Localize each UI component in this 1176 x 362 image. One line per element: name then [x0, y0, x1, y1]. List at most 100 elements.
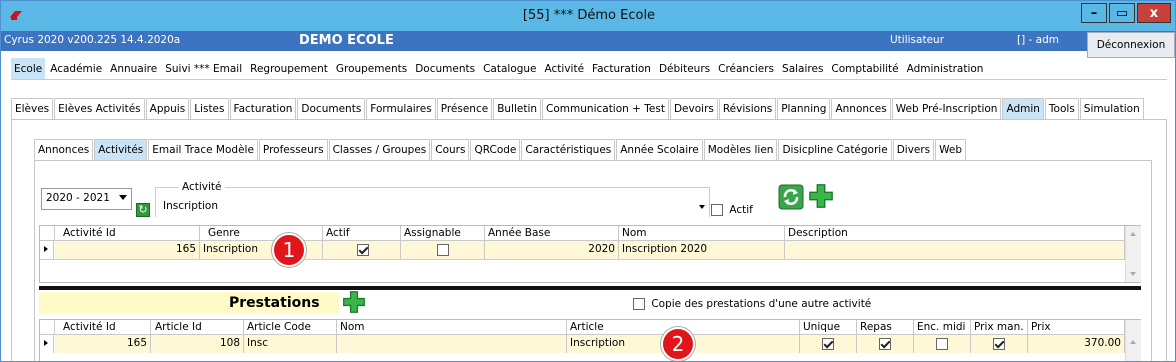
tab-eleves[interactable]: Elèves: [11, 98, 54, 119]
tab-web[interactable]: Web: [935, 139, 967, 160]
tab-regroupement[interactable]: Regroupement: [247, 58, 331, 79]
tab-listes[interactable]: Listes: [190, 98, 229, 119]
cell-assignable[interactable]: [401, 241, 485, 259]
actif-row-checkbox[interactable]: [357, 244, 369, 256]
col-repas[interactable]: Repas: [857, 320, 914, 335]
tab-facturation[interactable]: Facturation: [589, 58, 654, 79]
col-assignable[interactable]: Assignable: [401, 226, 485, 241]
tab-formulaires[interactable]: Formulaires: [366, 98, 436, 119]
tab-divers[interactable]: Divers: [892, 139, 935, 160]
tab-presence[interactable]: Présence: [436, 98, 493, 119]
col-prix-man[interactable]: Prix man.: [971, 320, 1028, 335]
tab-facturation[interactable]: Facturation: [229, 98, 297, 119]
assignable-row-checkbox[interactable]: [437, 244, 449, 256]
tab-comptabilite[interactable]: Comptabilité: [828, 58, 902, 79]
tab-documents[interactable]: Documents: [412, 58, 479, 79]
col-enc-midi[interactable]: Enc. midi: [914, 320, 971, 335]
cell-actif[interactable]: [323, 241, 401, 259]
tab-catalogue[interactable]: Catalogue: [480, 58, 540, 79]
tab-administration[interactable]: Administration: [903, 58, 987, 79]
tab-annonces[interactable]: Annonces: [34, 139, 94, 160]
tab-debiteurs[interactable]: Débiteurs: [655, 58, 714, 79]
actif-filter[interactable]: Actif: [711, 204, 753, 216]
tab-planning[interactable]: Planning: [777, 98, 831, 119]
refresh-year-icon[interactable]: ↻: [136, 203, 150, 217]
tab-ecole[interactable]: Ecole: [11, 58, 46, 79]
enc-midi-checkbox[interactable]: [936, 338, 948, 350]
tab-creanciers[interactable]: Créanciers: [715, 58, 778, 79]
tab-web-pre-inscription[interactable]: Web Pré-Inscription: [891, 98, 1002, 119]
grid2-scrollbar[interactable]: [1125, 320, 1141, 361]
close-button[interactable]: x: [1137, 3, 1171, 23]
tab-professeurs[interactable]: Professeurs: [258, 139, 328, 160]
col-unique[interactable]: Unique: [800, 320, 857, 335]
tab-activites[interactable]: Activités: [94, 139, 148, 160]
cell-description[interactable]: [785, 241, 1125, 259]
tab-suivi-email[interactable]: Suivi *** Email: [162, 58, 246, 79]
tab-tools[interactable]: Tools: [1044, 98, 1079, 119]
tab-documents[interactable]: Documents: [297, 98, 366, 119]
school-year-select[interactable]: 2020 - 2021: [41, 188, 132, 210]
scroll-down-icon[interactable]: [1130, 272, 1136, 276]
tab-groupements[interactable]: Groupements: [332, 58, 411, 79]
add-activity-icon[interactable]: [808, 183, 834, 209]
tab-qrcode[interactable]: QRCode: [470, 139, 521, 160]
refresh-icon[interactable]: [778, 184, 804, 210]
cell-prix[interactable]: 370.00: [1028, 335, 1125, 353]
cell-annee-base[interactable]: 2020: [485, 241, 619, 259]
tab-activite[interactable]: Activité: [541, 58, 588, 79]
tab-communication-test[interactable]: Communication + Test: [542, 98, 669, 119]
tab-eleves-activites[interactable]: Elèves Activités: [54, 98, 145, 119]
row-indicator[interactable]: [40, 241, 54, 259]
col-activite-id[interactable]: Activité Id: [55, 226, 200, 241]
tab-salaires[interactable]: Salaires: [779, 58, 827, 79]
activity-select[interactable]: Inscription: [157, 197, 709, 217]
logout-button[interactable]: Déconnexion: [1087, 32, 1175, 58]
cell-activite-id[interactable]: 165: [55, 335, 151, 353]
col-prix[interactable]: Prix: [1028, 320, 1125, 335]
tab-disicpline-categorie[interactable]: Disicpline Catégorie: [778, 139, 892, 160]
maximize-button[interactable]: ▭: [1109, 3, 1135, 23]
cell-enc-midi[interactable]: [914, 335, 971, 353]
tab-email-trace-modele[interactable]: Email Trace Modèle: [148, 139, 258, 160]
cell-nom[interactable]: Inscription 2020: [619, 241, 785, 259]
minimize-button[interactable]: –: [1081, 3, 1107, 23]
cell-article-code[interactable]: Insc: [244, 335, 337, 353]
row-indicator[interactable]: [40, 335, 54, 353]
tab-cours[interactable]: Cours: [431, 139, 470, 160]
tab-revisions[interactable]: Révisions: [718, 98, 777, 119]
col-article-id[interactable]: Article Id: [151, 320, 244, 335]
add-prestation-icon[interactable]: [342, 290, 366, 314]
cell-prix-man[interactable]: [971, 335, 1028, 353]
tab-academie[interactable]: Académie: [47, 58, 106, 79]
tab-appuis[interactable]: Appuis: [145, 98, 190, 119]
scroll-up-icon[interactable]: [1130, 232, 1136, 236]
unique-checkbox[interactable]: [822, 338, 834, 350]
tab-annonces[interactable]: Annonces: [831, 98, 891, 119]
cell-activite-id[interactable]: 165: [55, 241, 200, 259]
tab-simulation[interactable]: Simulation: [1079, 98, 1144, 119]
cell-repas[interactable]: [857, 335, 914, 353]
actif-checkbox[interactable]: [711, 204, 723, 216]
cell-article-id[interactable]: 108: [151, 335, 244, 353]
col-genre[interactable]: Genre: [200, 226, 323, 241]
col-actif[interactable]: Actif: [323, 226, 401, 241]
copy-prestations-option[interactable]: Copie des prestations d'une autre activi…: [633, 298, 871, 310]
tab-caracteristiques[interactable]: Caractéristiques: [521, 139, 616, 160]
tab-devoirs[interactable]: Devoirs: [669, 98, 718, 119]
col-article-code[interactable]: Article Code: [244, 320, 337, 335]
tab-annuaire[interactable]: Annuaire: [107, 58, 161, 79]
col-annee-base[interactable]: Année Base: [485, 226, 619, 241]
cell-nom[interactable]: [337, 335, 567, 353]
tab-modeles-lien[interactable]: Modèles lien: [703, 139, 778, 160]
col-description[interactable]: Description: [785, 226, 1125, 241]
tab-annee-scolaire[interactable]: Année Scolaire: [616, 139, 703, 160]
col-nom[interactable]: Nom: [337, 320, 567, 335]
tab-bulletin[interactable]: Bulletin: [493, 98, 542, 119]
tab-admin[interactable]: Admin: [1002, 98, 1044, 119]
copy-prestations-checkbox[interactable]: [633, 298, 645, 310]
cell-unique[interactable]: [800, 335, 857, 353]
col-nom[interactable]: Nom: [619, 226, 785, 241]
prix-man-checkbox[interactable]: [993, 338, 1005, 350]
tab-classes-groupes[interactable]: Classes / Groupes: [328, 139, 431, 160]
